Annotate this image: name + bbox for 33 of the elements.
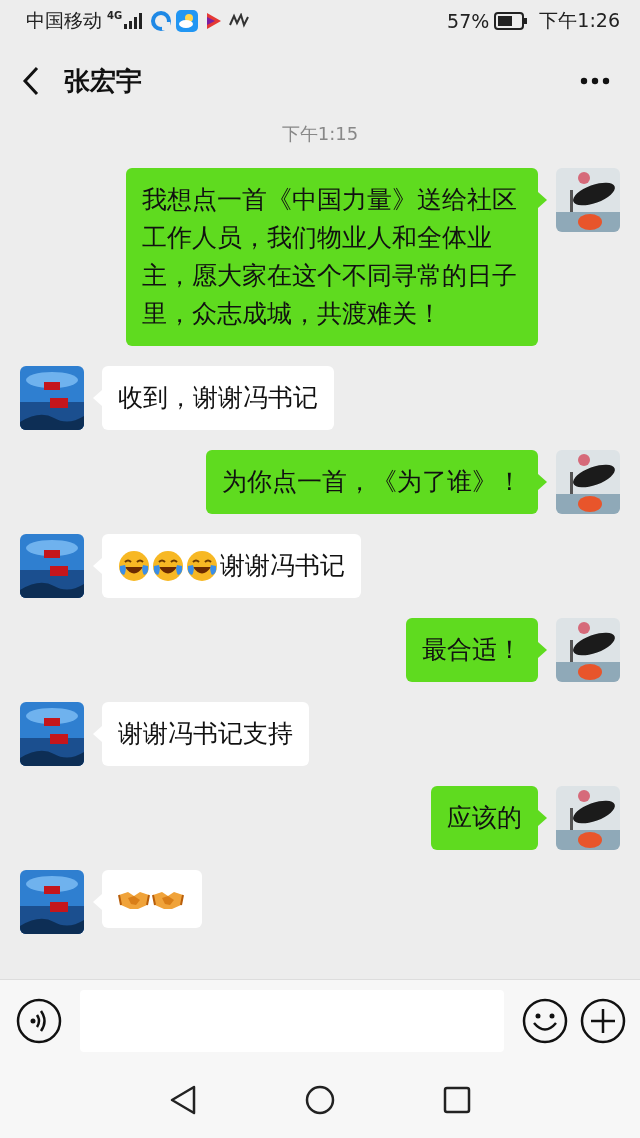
sent-message: 应该的	[431, 786, 538, 850]
bubble-tail	[538, 192, 547, 208]
signal-icon	[124, 13, 143, 29]
home-nav-icon[interactable]	[305, 1085, 335, 1115]
carrier-name: 中国移动	[26, 8, 102, 33]
received-message: 谢谢冯书记支持	[102, 702, 309, 766]
sent-message: 为你点一首，《为了谁》！	[206, 450, 538, 514]
battery-percent: 57%	[447, 10, 490, 32]
laughing-crying-emoji-icon	[118, 550, 150, 582]
weather-icon	[176, 10, 199, 32]
sent-message: 最合适！	[406, 618, 538, 682]
received-message: 收到，谢谢冯书记	[102, 366, 334, 430]
laughing-crying-emoji-icon	[186, 550, 218, 582]
sent-message: 我想点一首《中国力量》送给社区工作人员，我们物业人和全体业主，愿大家在这个不同寻常的日子里，众志成城，共渡难关！	[126, 168, 538, 346]
back-icon[interactable]	[22, 66, 40, 96]
battery-icon	[494, 12, 529, 30]
more-icon[interactable]	[580, 77, 610, 85]
add-icon[interactable]	[580, 998, 626, 1044]
timestamp: 下午1:15	[281, 123, 359, 144]
received-message: 谢谢冯书记	[102, 534, 361, 598]
back-nav-icon[interactable]	[169, 1085, 197, 1115]
bubble-tail	[538, 642, 547, 658]
app-icon	[228, 13, 251, 29]
clock: 下午1:26	[539, 8, 620, 33]
bubble-tail	[538, 474, 547, 490]
laughing-crying-emoji-icon	[152, 550, 184, 582]
app-icon	[151, 11, 172, 31]
voice-icon[interactable]	[16, 998, 62, 1044]
emoji-icon[interactable]	[522, 998, 568, 1044]
chat-title: 张宏宇	[64, 64, 142, 98]
recents-nav-icon[interactable]	[443, 1086, 471, 1114]
bubble-tail	[538, 810, 547, 826]
network-type: 4G	[107, 10, 123, 21]
